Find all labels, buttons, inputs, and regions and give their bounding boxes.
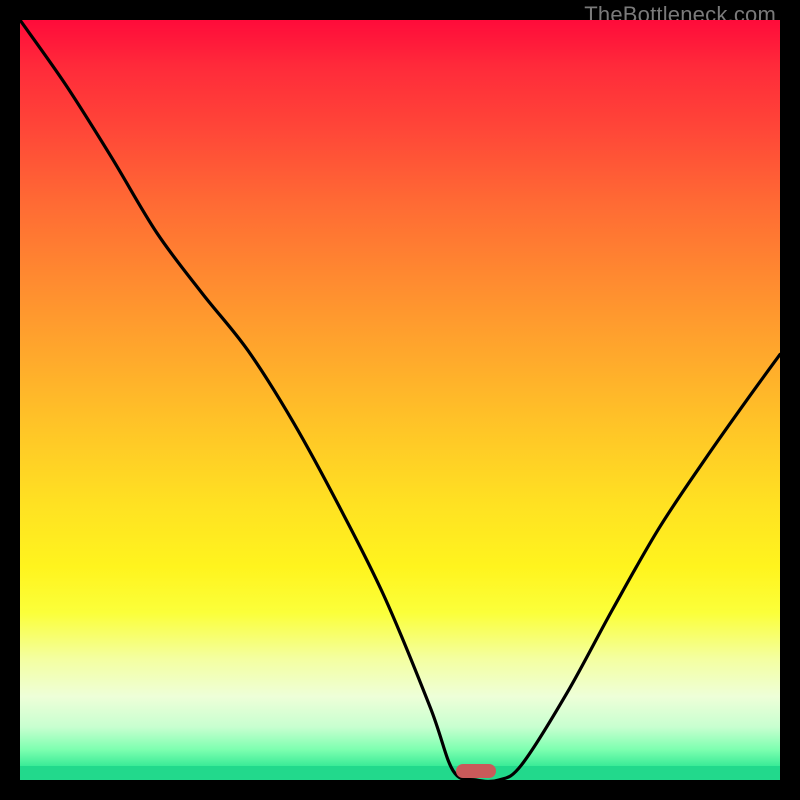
bottleneck-curve <box>20 20 780 780</box>
chart-frame: TheBottleneck.com <box>0 0 800 800</box>
optimal-marker <box>456 764 496 778</box>
plot-area <box>20 20 780 780</box>
